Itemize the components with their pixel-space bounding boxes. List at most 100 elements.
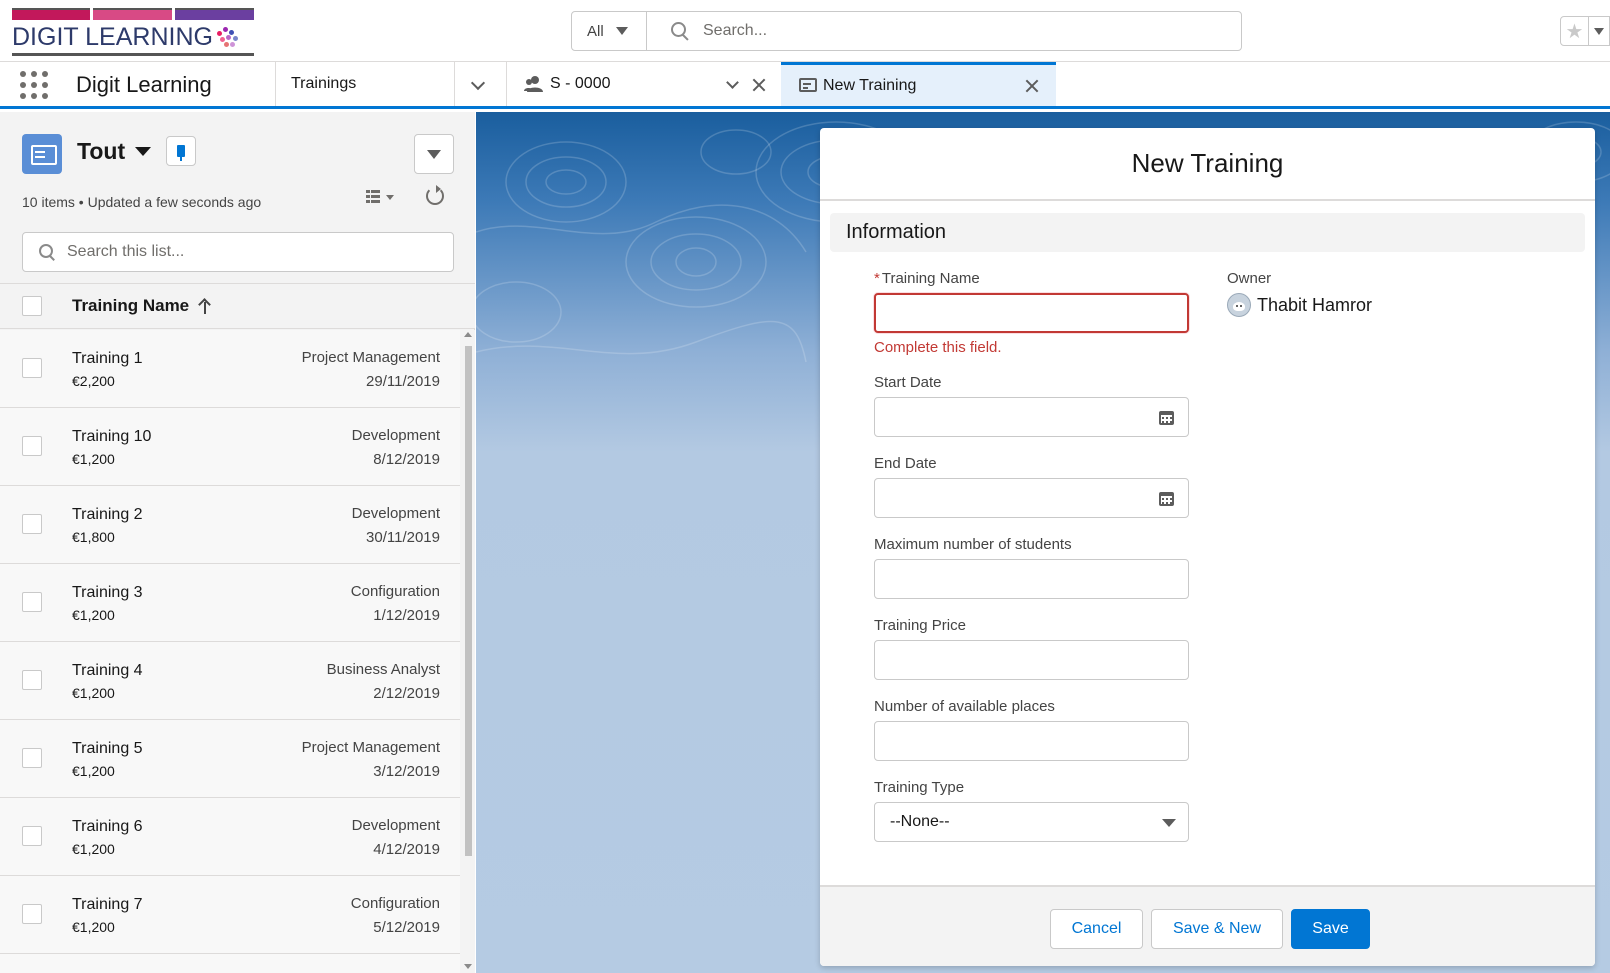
favorites-control: ★ [1560,16,1610,46]
display-as-button[interactable] [366,190,394,204]
list-item[interactable]: Training 5 €1,200 Project Management 3/1… [0,720,460,798]
tab-trainings[interactable]: Trainings [291,62,454,106]
tab-s-0000[interactable]: S - 0000 [524,62,780,106]
pin-button[interactable] [166,136,196,166]
list-header: Tout 10 items • Updated a few seconds ag… [0,112,475,284]
list-actions-button[interactable] [414,134,454,174]
training-type: Development [351,817,440,834]
search-input[interactable]: Search... [647,12,1241,50]
search-placeholder: Search... [703,22,768,39]
tab-new-training[interactable]: New Training [781,62,1056,106]
training-name[interactable]: Training 10 [72,428,151,446]
star-icon[interactable]: ★ [1561,17,1589,45]
required-marker: * [874,270,880,287]
start-date-input[interactable] [874,397,1189,437]
training-name-label-text: Training Name [881,270,980,287]
chevron-down-icon[interactable] [470,75,486,91]
training-object-icon [22,134,62,174]
training-date: 8/12/2019 [373,451,440,468]
training-name-input[interactable] [874,293,1189,333]
training-type: Development [351,427,440,444]
training-name[interactable]: Training 6 [72,818,143,836]
list-view-name: Tout [77,138,126,164]
search-icon [671,22,689,40]
training-type: Development [351,505,440,522]
scroll-down-icon[interactable] [464,964,472,969]
select-all-checkbox[interactable] [22,296,42,316]
training-name[interactable]: Training 4 [72,662,143,680]
row-checkbox[interactable] [22,670,42,690]
training-price: €1,800 [72,529,115,545]
table-display-icon [366,190,380,204]
list-view-picker[interactable]: Tout [77,138,152,165]
search-scope-label: All [587,22,604,40]
chevron-down-icon [427,149,441,159]
training-date: 1/12/2019 [373,607,440,624]
list-item[interactable]: Training 1 €2,200 Project Management 29/… [0,330,460,408]
nav-divider [275,62,276,106]
refresh-icon[interactable] [426,185,444,205]
global-header: DIGIT LEARNING All Search... ★ [0,0,1610,62]
cancel-button[interactable]: Cancel [1050,909,1143,949]
training-name[interactable]: Training 3 [72,584,143,602]
chevron-down-icon [1162,819,1176,827]
chevron-down-icon [1594,27,1604,35]
end-date-input[interactable] [874,478,1189,518]
logo-text-row: DIGIT LEARNING [12,23,254,52]
list-search-input[interactable]: Search this list... [22,232,454,272]
save-and-new-button[interactable]: Save & New [1151,909,1283,949]
list-item[interactable]: Training 10 €1,200 Development 8/12/2019 [0,408,460,486]
list-item[interactable]: Training 6 €1,200 Development 4/12/2019 [0,798,460,876]
training-name[interactable]: Training 2 [72,506,143,524]
training-date: 3/12/2019 [373,763,440,780]
close-icon[interactable] [752,78,766,92]
scroll-up-icon[interactable] [464,332,472,337]
end-date-label: End Date [874,455,937,472]
owner-name[interactable]: Thabit Hamror [1257,295,1372,316]
app-launcher-icon[interactable] [20,71,48,99]
owner-field[interactable]: Thabit Hamror [1227,293,1372,317]
sort-training-name[interactable]: Training Name [72,296,211,316]
global-search: All Search... [571,11,1242,51]
row-checkbox[interactable] [22,748,42,768]
row-checkbox[interactable] [22,592,42,612]
training-price: €1,200 [72,685,115,701]
avatar [1227,293,1251,317]
max-students-input[interactable] [874,559,1189,599]
close-icon[interactable] [1025,79,1039,93]
available-places-input[interactable] [874,721,1189,761]
list-scrollbar[interactable] [461,330,475,973]
scrollbar-thumb[interactable] [465,346,472,856]
training-name[interactable]: Training 1 [72,350,143,368]
row-checkbox[interactable] [22,514,42,534]
row-checkbox[interactable] [22,826,42,846]
training-type: Configuration [350,583,440,600]
training-price: €1,200 [72,763,115,779]
training-name[interactable]: Training 7 [72,896,143,914]
row-checkbox[interactable] [22,904,42,924]
row-checkbox[interactable] [22,436,42,456]
training-name[interactable]: Training 5 [72,740,143,758]
favorites-menu-button[interactable] [1589,17,1609,45]
training-price: €1,200 [72,451,115,467]
pin-icon [177,145,185,161]
training-price-input[interactable] [874,640,1189,680]
modal-footer: Cancel Save & New Save [820,885,1595,966]
training-type: Business Analyst [326,661,440,678]
list-item[interactable]: Training 2 €1,800 Development 30/11/2019 [0,486,460,564]
list-item[interactable]: Training 7 €1,200 Configuration 5/12/201… [0,876,460,954]
digit-learning-logo[interactable]: DIGIT LEARNING [12,8,254,56]
calendar-icon[interactable] [1159,411,1174,425]
row-checkbox[interactable] [22,358,42,378]
section-information[interactable]: Information [830,213,1585,252]
training-type-select[interactable]: --None-- [874,802,1189,842]
calendar-icon[interactable] [1159,492,1174,506]
list-item[interactable]: Training 4 €1,200 Business Analyst 2/12/… [0,642,460,720]
chevron-down-icon [135,147,152,156]
save-button[interactable]: Save [1291,909,1370,949]
training-price: €2,200 [72,373,115,389]
search-scope-dropdown[interactable]: All [572,12,647,50]
training-date: 4/12/2019 [373,841,440,858]
list-column-header: Training Name [0,284,475,329]
list-item[interactable]: Training 3 €1,200 Configuration 1/12/201… [0,564,460,642]
